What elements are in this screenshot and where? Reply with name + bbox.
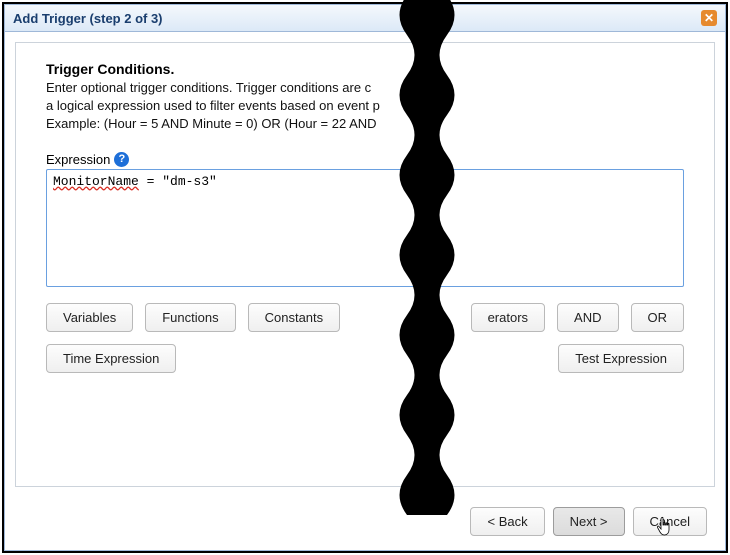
section-heading: Trigger Conditions. <box>46 61 684 77</box>
trigger-conditions-panel: Trigger Conditions. Enter optional trigg… <box>15 42 715 487</box>
expression-input[interactable]: MonitorName = "dm-s3" <box>46 169 684 287</box>
back-button[interactable]: < Back <box>470 507 544 536</box>
expression-label-row: Expression ? <box>46 152 684 167</box>
variables-button[interactable]: Variables <box>46 303 133 332</box>
expression-button-row-2: Time Expression Test Expression <box>46 344 684 373</box>
dialog-content: Trigger Conditions. Enter optional trigg… <box>5 32 725 497</box>
dialog-titlebar: Add Trigger (step 2 of 3) ✕ <box>5 5 725 32</box>
next-button[interactable]: Next > <box>553 507 625 536</box>
or-button[interactable]: OR <box>631 303 685 332</box>
cancel-button[interactable]: Cancel <box>633 507 707 536</box>
add-trigger-dialog: Add Trigger (step 2 of 3) ✕ Trigger Cond… <box>4 4 726 551</box>
expression-button-row-1: Variables Functions Constants erators AN… <box>46 303 684 332</box>
expression-label: Expression <box>46 152 110 167</box>
time-expression-button[interactable]: Time Expression <box>46 344 176 373</box>
dialog-title: Add Trigger (step 2 of 3) <box>13 11 163 26</box>
operators-button[interactable]: erators <box>471 303 545 332</box>
functions-button[interactable]: Functions <box>145 303 235 332</box>
and-button[interactable]: AND <box>557 303 618 332</box>
section-description: Enter optional trigger conditions. Trigg… <box>46 79 684 134</box>
test-expression-button[interactable]: Test Expression <box>558 344 684 373</box>
dialog-footer: < Back Next > Cancel <box>5 497 725 550</box>
close-icon[interactable]: ✕ <box>701 10 717 26</box>
constants-button[interactable]: Constants <box>248 303 341 332</box>
help-icon[interactable]: ? <box>114 152 129 167</box>
